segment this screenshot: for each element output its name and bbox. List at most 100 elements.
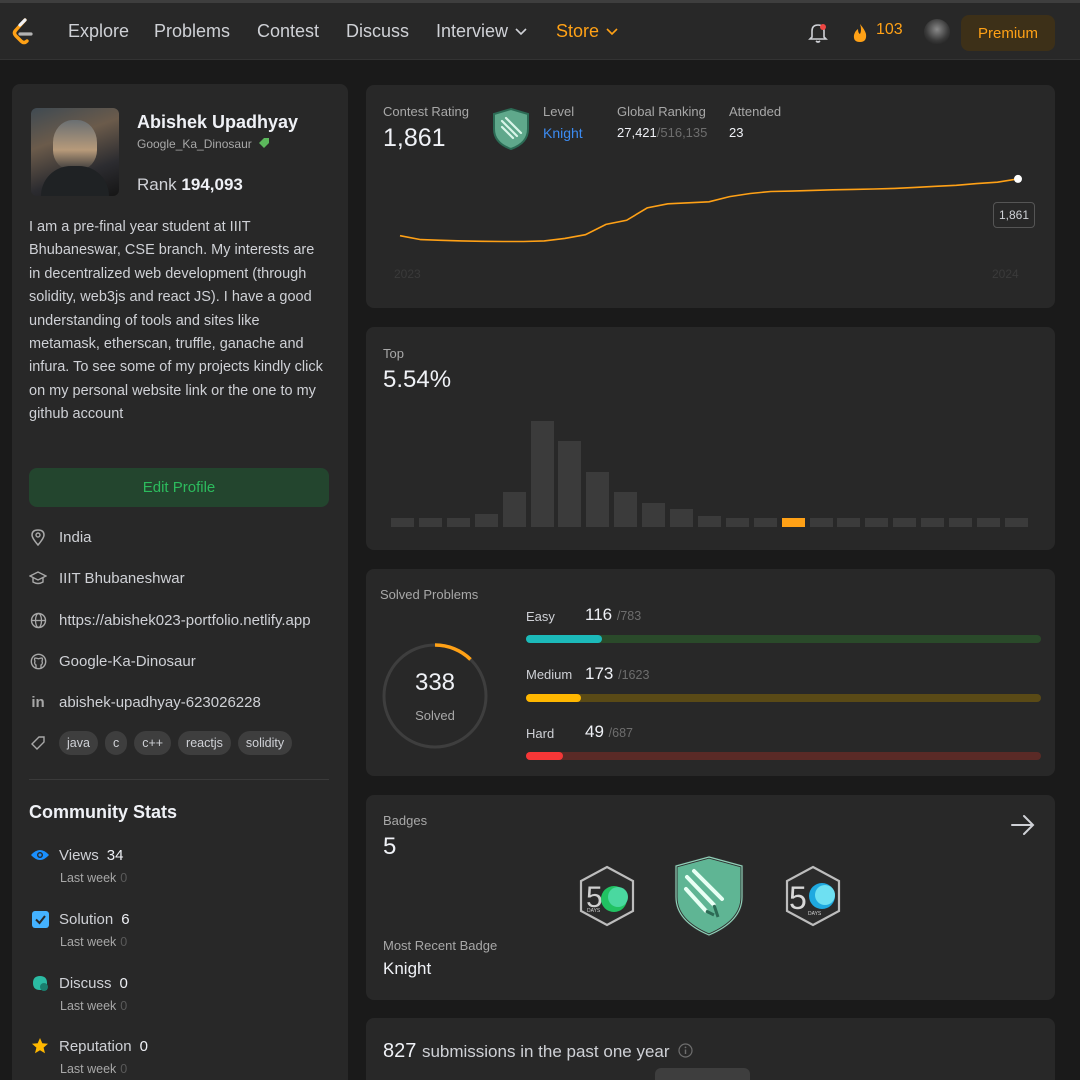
knight-badge-large-icon[interactable]	[672, 855, 746, 937]
distribution-bar[interactable]	[753, 518, 777, 527]
stat-solution-lastweek-label: Last week	[60, 935, 117, 949]
distribution-bar[interactable]	[418, 518, 442, 527]
x-label-start: 2023	[394, 267, 421, 281]
distribution-bar[interactable]	[446, 518, 470, 527]
distribution-bar[interactable]	[725, 518, 749, 527]
distribution-bar[interactable]	[865, 518, 889, 527]
easy-total: /783	[616, 609, 642, 623]
easy-count: 116 /783	[585, 605, 641, 625]
rank-value: 194,093	[181, 175, 243, 194]
stat-solution-label: Solution	[59, 910, 114, 928]
leetcode-logo-icon[interactable]	[10, 17, 36, 47]
github-link[interactable]: Google-Ka-Dinosaur	[59, 653, 196, 670]
distribution-bar[interactable]	[1004, 518, 1028, 527]
distribution-bar[interactable]	[502, 491, 526, 527]
stat-reputation-lastweek-label: Last week	[60, 1062, 117, 1076]
submissions-card: 827 submissions in the past one year	[366, 1018, 1055, 1080]
profile-name: Abishek Upadhyay	[137, 112, 299, 132]
submissions-text: submissions in the past one year	[421, 1042, 670, 1061]
nav-store[interactable]: Store	[556, 21, 618, 42]
linkedin-row[interactable]: in abishek-upadhyay-623026228	[29, 690, 261, 714]
website-row[interactable]: https://abishek023-portfolio.netlify.app	[29, 608, 311, 632]
nav-discuss[interactable]: Discuss	[346, 21, 409, 42]
location-text: India	[59, 528, 92, 546]
distribution-bar[interactable]	[614, 491, 638, 527]
badges-count: 5	[383, 833, 397, 860]
distribution-bar[interactable]	[921, 518, 945, 527]
tag-icon	[259, 138, 270, 148]
distribution-bar[interactable]	[809, 518, 833, 527]
location-pin-icon	[29, 528, 47, 546]
distribution-bar[interactable]	[893, 518, 917, 527]
medium-count: 173 /1623	[585, 664, 649, 684]
distribution-bar[interactable]	[391, 518, 414, 527]
stat-solution: Solution 6 Last week 0	[30, 909, 130, 949]
svg-text:DAYS: DAYS	[587, 908, 601, 914]
premium-button[interactable]: Premium	[961, 15, 1055, 51]
edit-profile-button[interactable]: Edit Profile	[29, 468, 329, 507]
stat-discuss: Discuss 0 Last week 0	[30, 973, 128, 1013]
distribution-bar[interactable]	[642, 502, 666, 527]
contest-rating-card: Contest Rating 1,861 Level Knight Global…	[366, 85, 1055, 308]
50-days-badge-icon[interactable]: 5 DAYS	[578, 865, 636, 927]
distribution-bar[interactable]	[558, 440, 582, 527]
stat-reputation-value: 0	[139, 1037, 148, 1055]
skill-tag-reactjs[interactable]: reactjs	[178, 731, 231, 755]
arrow-right-icon[interactable]	[1010, 813, 1036, 837]
chevron-down-icon	[606, 28, 618, 36]
distribution-bar[interactable]	[697, 515, 721, 527]
globe-icon	[29, 611, 47, 629]
distribution-bar[interactable]	[474, 513, 498, 527]
medium-solved: 173	[585, 664, 614, 683]
distribution-bar[interactable]	[530, 421, 554, 527]
distribution-bar-chart[interactable]	[391, 407, 1031, 527]
medium-label: Medium	[526, 667, 573, 682]
most-recent-badge-name: Knight	[383, 959, 432, 978]
skill-tag-cpp[interactable]: c++	[134, 731, 172, 755]
linkedin-link[interactable]: abishek-upadhyay-623026228	[59, 694, 261, 711]
user-avatar-small[interactable]	[924, 19, 950, 45]
website-link[interactable]: https://abishek023-portfolio.netlify.app	[59, 612, 311, 629]
fire-streak-icon[interactable]	[851, 23, 869, 43]
github-row[interactable]: Google-Ka-Dinosaur	[29, 649, 196, 673]
info-icon[interactable]	[678, 1043, 693, 1058]
notification-bell-icon[interactable]	[808, 22, 828, 44]
stat-discuss-lastweek-label: Last week	[60, 999, 117, 1013]
distribution-bar[interactable]	[670, 509, 693, 527]
year-dropdown[interactable]	[655, 1068, 750, 1080]
skill-tag-c[interactable]: c	[104, 731, 128, 755]
distribution-bar[interactable]	[837, 518, 861, 527]
hard-progress-track	[526, 752, 1041, 760]
stat-discuss-value: 0	[119, 974, 128, 992]
most-recent-badge-label: Most Recent Badge	[383, 938, 498, 953]
solved-label: Solved Problems	[380, 587, 479, 602]
rating-tooltip: 1,861	[993, 202, 1036, 228]
stat-solution-lastweek: 0	[120, 935, 128, 949]
solved-problems-card: Solved Problems 338 Solved Easy 116 /783…	[366, 569, 1055, 776]
streak-count: 103	[876, 21, 903, 38]
nav-explore[interactable]: Explore	[68, 21, 129, 42]
badges-card: Badges 5 5 DAYS 5 DAYS Most Recent Badge…	[366, 795, 1055, 1000]
contest-rating-chart[interactable]: 2023 2024	[366, 85, 1055, 308]
stat-reputation-lastweek: 0	[120, 1062, 128, 1076]
skill-tag-java[interactable]: java	[59, 731, 98, 755]
50-days-badge-2-icon[interactable]: 5 DAYS	[784, 865, 842, 927]
nav-problems[interactable]: Problems	[154, 21, 230, 42]
top-percent-card: Top 5.54%	[366, 327, 1055, 550]
location-row: India	[29, 525, 92, 549]
distribution-bar[interactable]	[586, 471, 610, 527]
solved-total: 338	[414, 669, 456, 696]
community-stats-title: Community Stats	[29, 802, 178, 822]
distribution-bar[interactable]	[976, 518, 1000, 527]
hard-count: 49 /687	[585, 722, 633, 742]
distribution-bar[interactable]	[949, 518, 972, 527]
easy-progress-fill	[526, 635, 603, 643]
hard-total: /687	[608, 726, 633, 740]
nav-contest[interactable]: Contest	[257, 21, 319, 42]
distribution-bar[interactable]	[781, 518, 805, 527]
nav-interview[interactable]: Interview	[436, 21, 527, 42]
skill-tag-solidity[interactable]: solidity	[237, 731, 293, 755]
nav-interview-label: Interview	[436, 21, 509, 41]
submissions-count: 827	[383, 1040, 417, 1062]
linkedin-icon: in	[31, 693, 45, 711]
